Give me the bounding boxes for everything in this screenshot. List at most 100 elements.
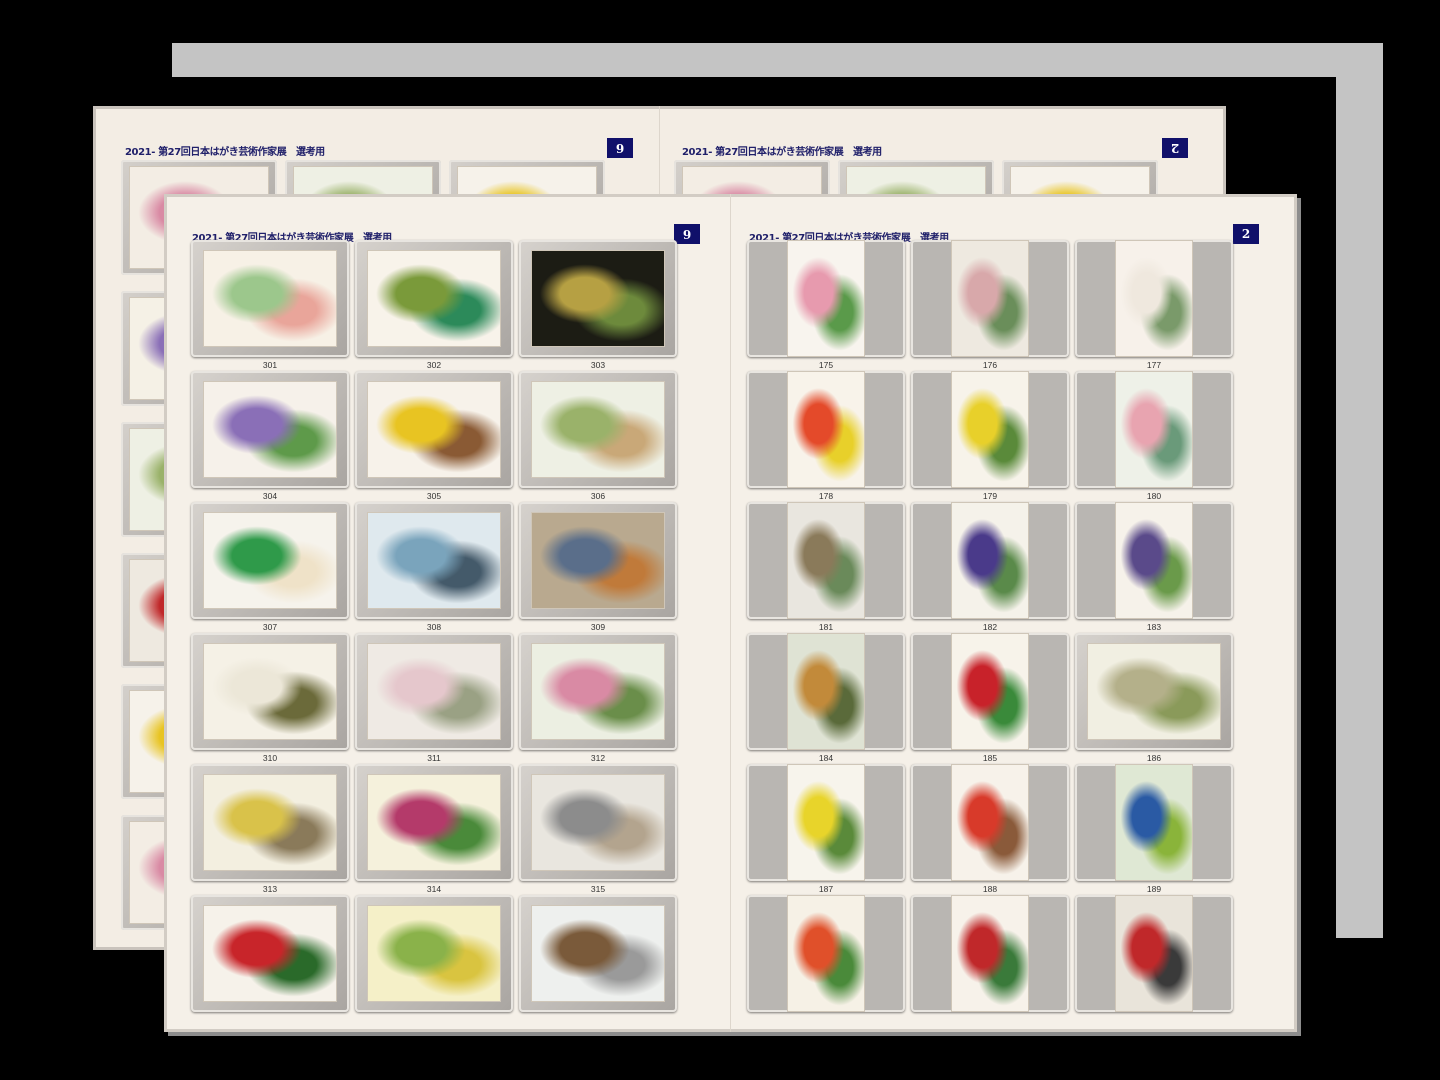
postcard-artwork-iris[interactable]: [1115, 502, 1193, 619]
postcard-item[interactable]: 312: [519, 633, 677, 764]
postcard-artwork-purple-bellflowers[interactable]: [951, 502, 1029, 619]
postcard-item[interactable]: 177: [1075, 240, 1233, 371]
postcard-artwork-red-rose[interactable]: [951, 895, 1029, 1012]
background-sheet-top: [172, 43, 1383, 77]
postcard-artwork-hydrangea[interactable]: [203, 381, 337, 478]
postcard-artwork-red-hat-figure[interactable]: [1115, 895, 1193, 1012]
postcard-number: 180: [1146, 491, 1162, 501]
postcard-artwork-strawberry[interactable]: [787, 895, 865, 1012]
postcard-item[interactable]: [747, 895, 905, 1026]
postcard-item[interactable]: 308: [355, 502, 513, 633]
postcard-artwork-temple-festival-crowd[interactable]: [531, 905, 665, 1002]
postcard-item[interactable]: 189: [1075, 764, 1233, 895]
postcard-number: [519, 1014, 677, 1026]
postcard-item[interactable]: 182: [911, 502, 1069, 633]
postcard-number: 179: [982, 491, 998, 501]
postcard-number: [747, 1014, 905, 1026]
postcard-frame: [747, 895, 905, 1012]
postcard-item[interactable]: 187: [747, 764, 905, 895]
postcard-artwork-white-flowers-calligraphy[interactable]: [1115, 240, 1193, 357]
postcard-artwork-narcissus-calligraphy[interactable]: [787, 764, 865, 881]
postcard-artwork-gate-autumn[interactable]: [787, 633, 865, 750]
postcard-frame: [911, 371, 1069, 488]
postcard-item[interactable]: 311: [355, 633, 513, 764]
postcard-artwork-shrine-walk-landscape[interactable]: [531, 381, 665, 478]
postcard-item[interactable]: [911, 895, 1069, 1026]
postcard-frame: [911, 633, 1069, 750]
postcard-item[interactable]: 184: [747, 633, 905, 764]
postcard-item[interactable]: 302: [355, 240, 513, 371]
front-left-page: 2021- 第27回日本はがき芸術作家展 選考用 6 301 302 303 304 3…: [164, 194, 730, 1032]
postcard-number: 306: [590, 491, 606, 501]
postcard-item[interactable]: [191, 895, 349, 1026]
postcard-artwork-dogwood-blossoms[interactable]: [203, 643, 337, 740]
postcard-item[interactable]: 310: [191, 633, 349, 764]
postcard-number: 305: [426, 491, 442, 501]
postcard-number: 313: [262, 884, 278, 894]
postcard-item[interactable]: 183: [1075, 502, 1233, 633]
postcard-item[interactable]: 305: [355, 371, 513, 502]
postcard-artwork-girl-with-calendar[interactable]: [203, 250, 337, 347]
postcard-number: 176: [982, 360, 998, 370]
postcard-artwork-bamboo-shoot[interactable]: [1087, 643, 1221, 740]
page-number-badge: 2: [1233, 224, 1259, 244]
postcard-number: 189: [1146, 884, 1162, 894]
postcard-artwork-red-berries[interactable]: [951, 633, 1029, 750]
postcard-item[interactable]: 176: [911, 240, 1069, 371]
postcard-artwork-white-camellia[interactable]: [203, 512, 337, 609]
postcard-number: 311: [427, 753, 441, 763]
postcard-frame: [355, 633, 513, 750]
postcard-item[interactable]: 188: [911, 764, 1069, 895]
postcard-artwork-cherry-blossom-temple[interactable]: [367, 643, 501, 740]
postcard-artwork-sailboats-harbor[interactable]: [367, 512, 501, 609]
postcard-item[interactable]: 313: [191, 764, 349, 895]
postcard-frame: [355, 240, 513, 357]
postcard-frame: [519, 895, 677, 1012]
postcard-item[interactable]: [519, 895, 677, 1026]
postcard-artwork-mountain-valley[interactable]: [951, 240, 1029, 357]
postcard-item[interactable]: 314: [355, 764, 513, 895]
postcard-item[interactable]: 315: [519, 764, 677, 895]
postcard-artwork-pomegranate[interactable]: [951, 764, 1029, 881]
postcard-item[interactable]: 307: [191, 502, 349, 633]
postcard-artwork-pink-flowers[interactable]: [367, 774, 501, 871]
page-number-badge: 2: [1162, 138, 1188, 158]
postcard-artwork-yellow-flower-calligraphy[interactable]: [951, 371, 1029, 488]
postcard-item[interactable]: 179: [911, 371, 1069, 502]
postcard-item[interactable]: 304: [191, 371, 349, 502]
postcard-artwork-yellow-flowers-in-basket[interactable]: [367, 381, 501, 478]
postcard-artwork-tall-sculpture[interactable]: [531, 774, 665, 871]
front-catalog-spread: 2021- 第27回日本はがき芸術作家展 選考用 6 301 302 303 304 3…: [164, 194, 1297, 1032]
postcard-artwork-pink-geranium[interactable]: [787, 240, 865, 357]
postcard-frame: [191, 633, 349, 750]
postcard-number: 309: [590, 622, 606, 632]
postcard-item[interactable]: 181: [747, 502, 905, 633]
postcard-item[interactable]: 186: [1075, 633, 1233, 764]
postcard-frame: [911, 764, 1069, 881]
postcard-artwork-old-house-ginkgo[interactable]: [203, 774, 337, 871]
postcard-item[interactable]: [1075, 895, 1233, 1026]
postcard-artwork-tulips-calligraphy[interactable]: [787, 371, 865, 488]
postcard-artwork-pink-cactus-flower[interactable]: [1115, 371, 1193, 488]
postcard-item[interactable]: 309: [519, 502, 677, 633]
postcard-artwork-tanuki-figure[interactable]: [531, 512, 665, 609]
postcard-artwork-red-camellia[interactable]: [203, 905, 337, 1002]
postcard-item[interactable]: [355, 895, 513, 1026]
postcard-artwork-house-field-blue-sky[interactable]: [1115, 764, 1193, 881]
postcard-artwork-pagoda-street[interactable]: [787, 502, 865, 619]
postcard-frame: [191, 764, 349, 881]
postcard-number: 178: [818, 491, 834, 501]
postcard-artwork-tea-and-kashiwa-mochi[interactable]: [367, 250, 501, 347]
postcard-item[interactable]: 306: [519, 371, 677, 502]
page-number-badge: 6: [674, 224, 700, 244]
postcard-artwork-spring-garden[interactable]: [531, 643, 665, 740]
postcard-item[interactable]: 175: [747, 240, 905, 371]
postcard-item[interactable]: 185: [911, 633, 1069, 764]
postcard-artwork-green-plant-yellow[interactable]: [367, 905, 501, 1002]
postcard-artwork-tunnel-autumn-leaves[interactable]: [531, 250, 665, 347]
postcard-item[interactable]: 301: [191, 240, 349, 371]
postcard-item[interactable]: 178: [747, 371, 905, 502]
postcard-item[interactable]: 180: [1075, 371, 1233, 502]
postcard-number: [355, 1014, 513, 1026]
postcard-item[interactable]: 303: [519, 240, 677, 371]
